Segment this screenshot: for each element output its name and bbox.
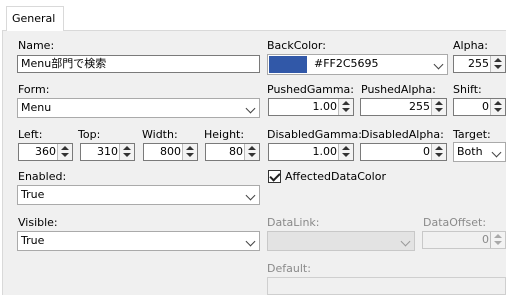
pushed-alpha-value: 255 (409, 100, 430, 113)
width-value: 800 (160, 145, 181, 158)
alpha-value: 255 (468, 57, 489, 70)
disabled-alpha-stepper[interactable]: 0 (360, 143, 447, 161)
form-value: Menu (21, 101, 52, 114)
disabled-gamma-label: DisabledGamma: (267, 128, 362, 141)
top-value: 310 (97, 145, 118, 158)
color-swatch (269, 56, 307, 73)
enabled-value: True (21, 188, 45, 201)
disabled-alpha-label: DisabledAlpha: (361, 128, 444, 141)
form-dropdown[interactable]: Menu (17, 98, 260, 118)
enabled-dropdown[interactable]: True (17, 185, 260, 205)
alpha-stepper[interactable]: 255 (453, 55, 506, 73)
width-label: Width: (142, 128, 178, 141)
spin-up-down-icon[interactable] (431, 99, 446, 115)
form-label: Form: (18, 83, 50, 96)
spin-up-down-icon[interactable] (490, 56, 505, 72)
chevron-down-icon (245, 236, 256, 247)
left-label: Left: (18, 128, 43, 141)
spin-up-down-icon[interactable] (338, 99, 353, 115)
target-label: Target: (453, 128, 491, 141)
spin-up-down-icon[interactable] (182, 144, 197, 160)
visible-label: Visible: (18, 216, 58, 229)
data-link-label: DataLink: (267, 216, 320, 229)
chevron-down-icon (245, 103, 256, 114)
pushed-gamma-stepper[interactable]: 1.00 (268, 98, 354, 116)
pushed-alpha-label: PushedAlpha: (361, 83, 436, 96)
pushed-alpha-stepper[interactable]: 255 (360, 98, 447, 116)
default-label: Default: (267, 262, 311, 275)
backcolor-dropdown[interactable]: #FF2C5695 (267, 54, 448, 75)
enabled-label: Enabled: (18, 170, 67, 183)
width-stepper[interactable]: 800 (143, 143, 198, 161)
chevron-down-icon (433, 59, 444, 70)
affected-data-color-label: AffectedDataColor (285, 170, 386, 183)
height-label: Height: (204, 128, 245, 141)
backcolor-value: #FF2C5695 (314, 57, 379, 70)
spin-up-down-icon[interactable] (431, 144, 446, 160)
target-dropdown[interactable]: Both (453, 142, 506, 162)
disabled-alpha-value: 0 (423, 145, 430, 158)
left-stepper[interactable]: 360 (18, 143, 73, 161)
shift-stepper[interactable]: 0 (453, 98, 506, 116)
data-link-dropdown[interactable] (267, 231, 415, 251)
default-input[interactable] (267, 277, 506, 295)
pushed-gamma-label: PushedGamma: (267, 83, 355, 96)
data-offset-label: DataOffset: (423, 216, 487, 229)
height-stepper[interactable]: 80 (205, 143, 260, 161)
visible-value: True (21, 234, 45, 247)
name-label: Name: (18, 39, 55, 52)
tab-general-label: General (12, 12, 56, 25)
name-value: Menu部門で検索 (21, 57, 107, 70)
tab-general[interactable]: General (6, 6, 64, 31)
spin-up-down-icon[interactable] (490, 99, 505, 115)
spin-up-down-icon[interactable] (490, 232, 505, 248)
top-stepper[interactable]: 310 (80, 143, 135, 161)
backcolor-label: BackColor: (267, 39, 326, 52)
data-offset-value: 0 (482, 233, 489, 246)
alpha-label: Alpha: (453, 39, 488, 52)
shift-label: Shift: (453, 83, 482, 96)
top-label: Top: (78, 128, 101, 141)
disabled-gamma-value: 1.00 (312, 145, 338, 158)
chevron-down-icon (400, 236, 411, 247)
spin-up-down-icon[interactable] (338, 144, 353, 160)
target-value: Both (457, 145, 483, 158)
tab-strip (0, 0, 506, 30)
disabled-gamma-stepper[interactable]: 1.00 (268, 143, 354, 161)
spin-up-down-icon[interactable] (244, 144, 259, 160)
height-value: 80 (229, 145, 243, 158)
left-value: 360 (35, 145, 56, 158)
pushed-gamma-value: 1.00 (312, 100, 338, 113)
spin-up-down-icon[interactable] (119, 144, 134, 160)
chevron-down-icon (491, 147, 502, 158)
spin-up-down-icon[interactable] (57, 144, 72, 160)
chevron-down-icon (245, 190, 256, 201)
visible-dropdown[interactable]: True (17, 231, 260, 251)
data-offset-stepper[interactable]: 0 (422, 231, 506, 249)
name-input[interactable]: Menu部門で検索 (17, 55, 260, 73)
affected-data-color-checkbox[interactable] (268, 170, 281, 183)
shift-value: 0 (482, 100, 489, 113)
